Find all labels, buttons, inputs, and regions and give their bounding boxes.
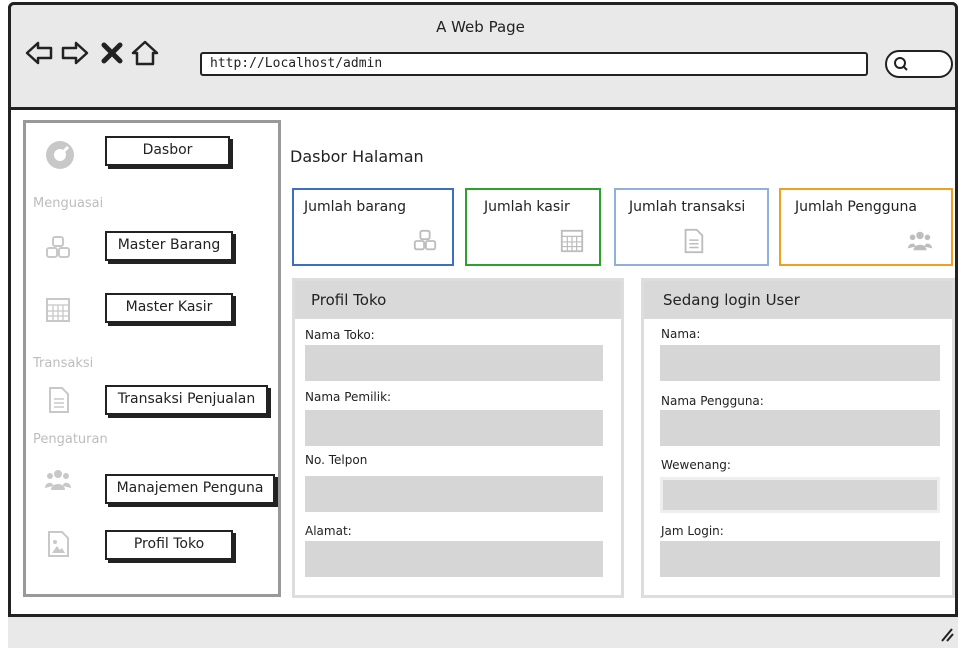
nama-field[interactable]: [660, 345, 940, 381]
card-label: Jumlah transaksi: [629, 199, 746, 215]
wewenang-field[interactable]: [660, 477, 940, 513]
calculator-icon: [46, 298, 70, 322]
nama-toko-field[interactable]: [305, 345, 603, 381]
sidebar-item-master-kasir[interactable]: Master Kasir: [105, 293, 233, 323]
panel-title: Profil Toko: [295, 281, 621, 319]
field-label-no-telpon: No. Telpon: [305, 453, 368, 467]
address-bar[interactable]: http://Localhost/admin: [200, 52, 868, 76]
card-label: Jumlah barang: [304, 199, 406, 215]
dashboard-gauge-icon: [46, 141, 74, 169]
boxes-icon: [413, 229, 437, 251]
field-label-nama: Nama:: [661, 327, 701, 341]
image-icon: [48, 531, 69, 557]
forward-arrow-icon[interactable]: [60, 38, 90, 68]
document-icon: [684, 228, 704, 254]
jam-login-field[interactable]: [660, 541, 940, 577]
sidebar-item-master-barang[interactable]: Master Barang: [105, 231, 233, 261]
document-icon: [49, 387, 69, 413]
card-jumlah-pengguna[interactable]: Jumlah Pengguna: [779, 188, 953, 266]
field-label-wewenang: Wewenang:: [661, 458, 731, 472]
resize-grip-icon[interactable]: [938, 626, 954, 642]
sidebar-section-transaksi: Transaksi: [33, 356, 94, 371]
card-label: Jumlah kasir: [484, 199, 570, 215]
field-label-nama-pemilik: Nama Pemilik:: [305, 390, 392, 404]
field-label-jam-login: Jam Login:: [661, 524, 724, 538]
card-jumlah-barang[interactable]: Jumlah barang: [292, 188, 454, 266]
no-telpon-field[interactable]: [305, 476, 603, 512]
calculator-icon: [560, 229, 584, 253]
sidebar-item-dasbor[interactable]: Dasbor: [105, 136, 230, 166]
boxes-icon: [46, 236, 70, 258]
page-title: Dasbor Halaman: [290, 147, 424, 166]
sidebar-item-transaksi-penjualan[interactable]: Transaksi Penjualan: [105, 385, 268, 415]
card-jumlah-transaksi[interactable]: Jumlah transaksi: [614, 188, 769, 266]
window-title: A Web Page: [436, 18, 525, 36]
field-label-nama-pengguna: Nama Pengguna:: [661, 394, 764, 408]
nama-pengguna-field[interactable]: [660, 410, 940, 446]
back-arrow-icon[interactable]: [24, 38, 54, 68]
users-icon: [45, 470, 71, 490]
card-jumlah-kasir[interactable]: Jumlah kasir: [465, 188, 601, 266]
field-label-alamat: Alamat:: [305, 524, 352, 538]
browser-search-field[interactable]: [885, 50, 953, 78]
sidebar-item-profil-toko[interactable]: Profil Toko: [105, 530, 233, 560]
nama-pemilik-field[interactable]: [305, 410, 603, 446]
panel-title: Sedang login User: [644, 281, 952, 319]
field-label-nama-toko: Nama Toko:: [305, 328, 375, 342]
sidebar-section-master: Menguasai: [33, 196, 104, 211]
card-label: Jumlah Pengguna: [795, 199, 917, 215]
status-bar: [8, 614, 958, 648]
stop-x-icon[interactable]: [97, 38, 127, 68]
alamat-field[interactable]: [305, 541, 603, 577]
sidebar-section-pengaturan: Pengaturan: [33, 432, 108, 447]
home-icon[interactable]: [130, 38, 160, 68]
users-icon: [907, 231, 933, 251]
search-icon: [894, 57, 908, 71]
sidebar-item-manajemen-pengguna[interactable]: Manajemen Penguna: [105, 474, 275, 504]
